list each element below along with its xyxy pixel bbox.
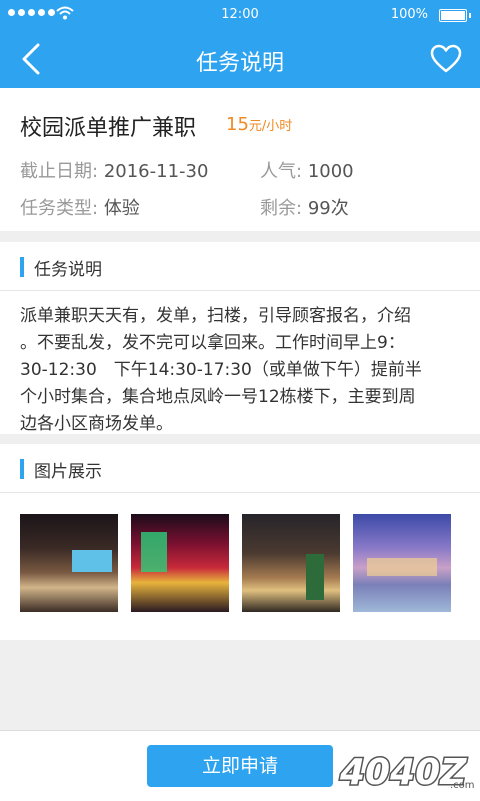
nav-bar: 任务说明 — [0, 30, 480, 88]
section-accent-bar — [20, 257, 24, 277]
popularity-label: 人气: — [260, 161, 303, 182]
salary: 15元/小时 — [226, 114, 292, 135]
apply-button[interactable]: 立即申请 — [147, 745, 333, 787]
description-line: 边各小区商场发单。 — [20, 414, 173, 434]
popularity-value: 1000 — [307, 161, 354, 182]
heart-icon[interactable] — [430, 44, 462, 74]
neon-street-photo[interactable] — [131, 514, 229, 612]
deadline-row: 截止日期: 2016-11-30 — [20, 157, 208, 183]
battery-icon — [439, 9, 471, 22]
svg-text:.com: .com — [450, 780, 474, 791]
job-info-card: 校园派单推广兼职 15元/小时 截止日期: 2016-11-30 人气: 100… — [0, 88, 480, 231]
photo-gallery — [20, 514, 451, 612]
salary-value: 15 — [226, 114, 249, 135]
type-value: 体验 — [103, 198, 140, 219]
remaining-label: 剩余: — [260, 198, 303, 219]
section-accent-bar — [20, 459, 24, 479]
description-header: 任务说明 — [0, 242, 480, 291]
remaining-value: 99次 — [307, 198, 349, 219]
gallery-header: 图片展示 — [0, 444, 480, 493]
popularity-row: 人气: 1000 — [260, 157, 354, 183]
salary-unit: 元/小时 — [248, 119, 293, 134]
battery-percent: 100% — [390, 7, 428, 22]
gallery-heading: 图片展示 — [34, 462, 102, 482]
type-row: 任务类型: 体验 — [20, 194, 140, 220]
description-heading: 任务说明 — [34, 260, 102, 280]
job-title: 校园派单推广兼职 — [20, 116, 197, 141]
status-bar: 12:00 100% — [0, 0, 480, 30]
deadline-value: 2016-11-30 — [103, 161, 209, 182]
description-text: 派单兼职天天有，发单，扫楼，引导顾客报名，介绍 。不要乱发，发不完可以拿回来。工… — [0, 291, 480, 438]
type-label: 任务类型: — [20, 198, 99, 219]
description-line: 个小时集合，集合地点凤岭一号12栋楼下，主要到周 — [20, 387, 416, 407]
remaining-row: 剩余: 99次 — [260, 194, 349, 220]
description-section: 任务说明 派单兼职天天有，发单，扫楼，引导顾客报名，介绍 。不要乱发，发不完可以… — [0, 242, 480, 434]
plaza-dusk-photo[interactable] — [353, 514, 451, 612]
svg-text:4040Z: 4040Z — [339, 752, 467, 792]
description-line: 30-12:30 下午14:30-17:30（或单做下午）提前半 — [20, 360, 422, 380]
city-street-night-photo[interactable] — [242, 514, 340, 612]
page-title: 任务说明 — [195, 51, 284, 76]
watermark-logo: 4040Z .com — [338, 751, 474, 793]
deadline-label: 截止日期: — [20, 161, 99, 182]
description-line: 派单兼职天天有，发单，扫楼，引导顾客报名，介绍 — [20, 306, 411, 326]
description-line: 。不要乱发，发不完可以拿回来。工作时间早上9： — [20, 333, 405, 353]
mall-storefront-photo[interactable] — [20, 514, 118, 612]
gallery-section: 图片展示 — [0, 444, 480, 640]
